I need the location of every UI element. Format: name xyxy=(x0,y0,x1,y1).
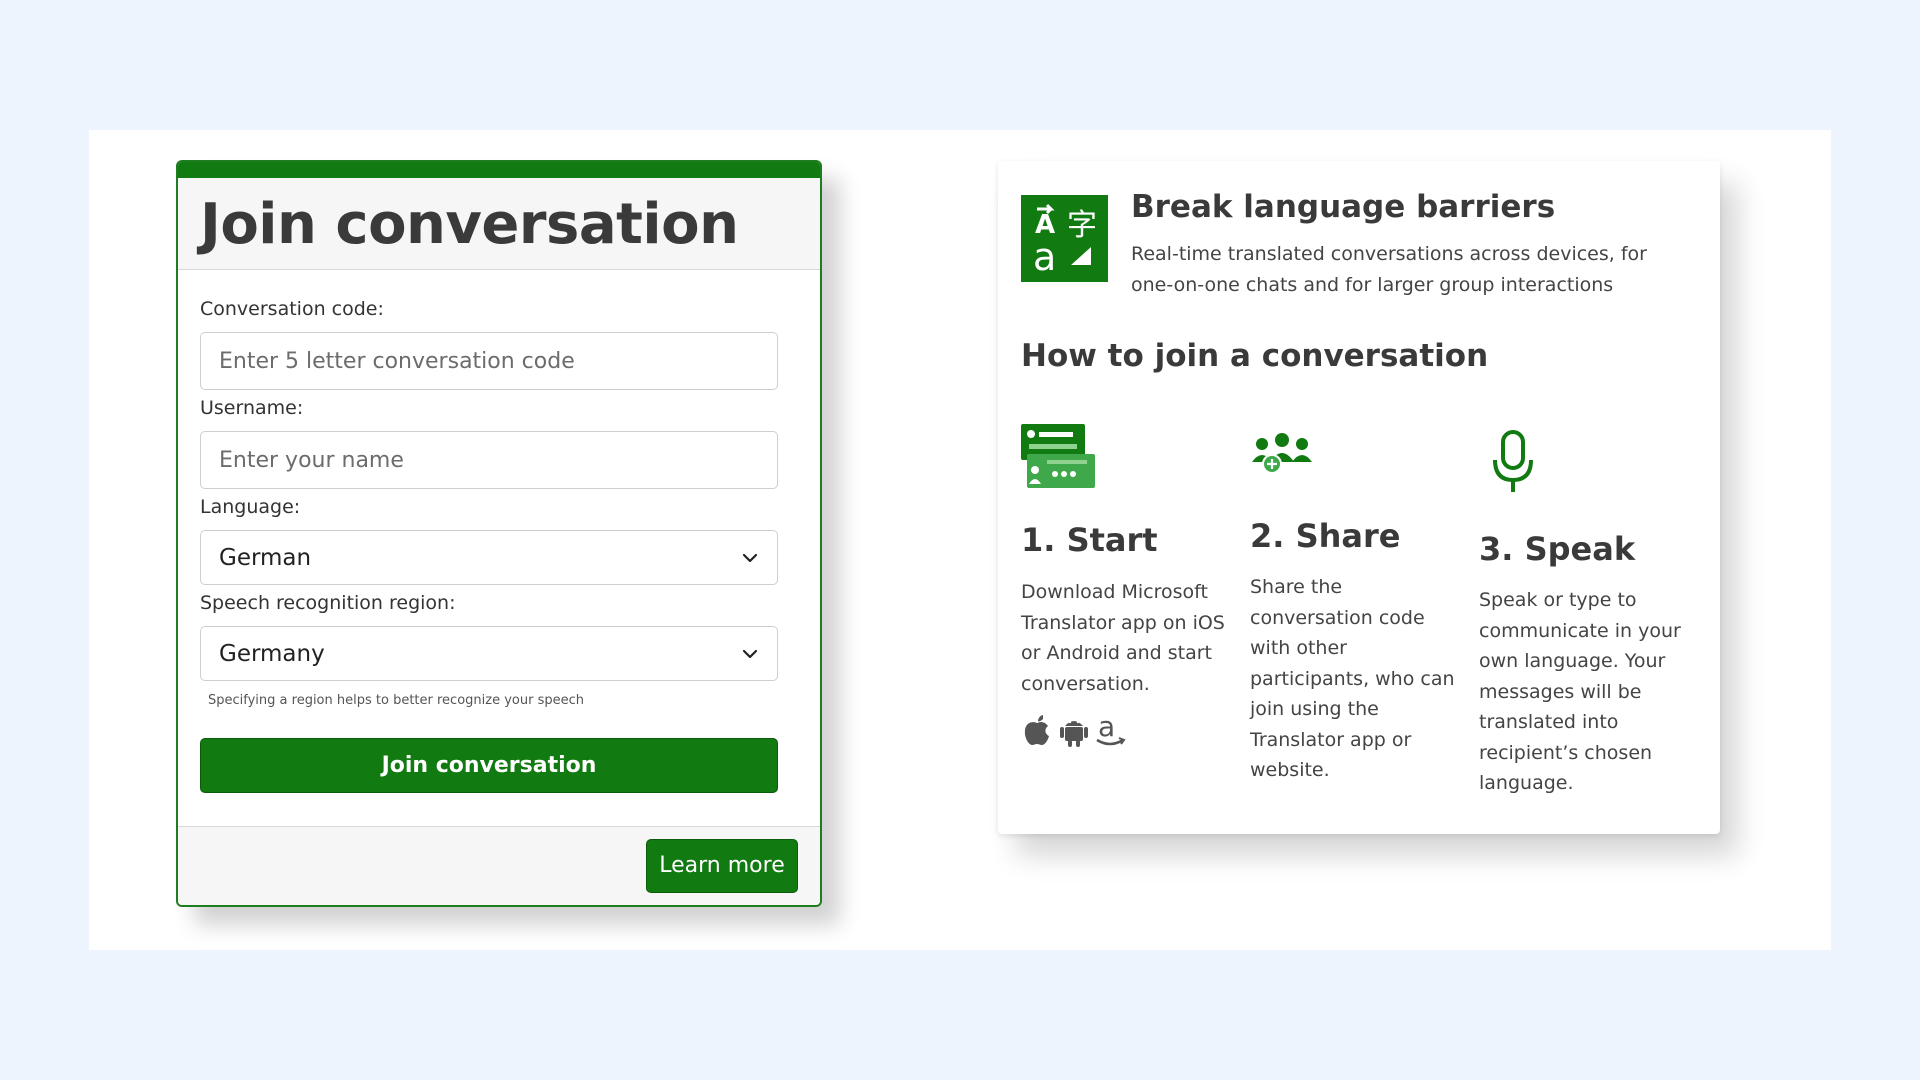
card-accent-bar xyxy=(178,162,820,178)
info-card: A 字 a Break language barriers Real-time … xyxy=(998,161,1720,834)
region-label: Speech recognition region: xyxy=(200,592,456,614)
step-3-text: Speak or type to communicate in your own… xyxy=(1479,589,1681,794)
username-input[interactable] xyxy=(200,431,778,489)
translator-logo-icon: A 字 a xyxy=(1021,195,1108,282)
svg-text:a: a xyxy=(1098,712,1115,743)
break-barriers-title: Break language barriers xyxy=(1131,189,1556,225)
how-to-join-title: How to join a conversation xyxy=(1021,338,1489,374)
language-label: Language: xyxy=(200,496,301,518)
page-panel: Join conversation Conversation code: Use… xyxy=(89,130,1831,950)
join-conversation-button[interactable]: Join conversation xyxy=(200,738,778,793)
language-select[interactable]: German xyxy=(200,530,778,585)
people-add-icon xyxy=(1250,432,1314,480)
platform-icons: a xyxy=(1021,710,1127,752)
step-1-title: 1. Start xyxy=(1021,521,1158,559)
chat-cards-icon xyxy=(1021,424,1095,492)
join-conversation-card: Join conversation Conversation code: Use… xyxy=(176,160,822,907)
android-icon xyxy=(1059,713,1089,751)
break-barriers-description: Real-time translated conversations acros… xyxy=(1131,243,1647,296)
username-label: Username: xyxy=(200,397,304,419)
step-3-title: 3. Speak xyxy=(1479,530,1636,568)
step-1-text: Download Microsoft Translator app on iOS… xyxy=(1021,581,1225,695)
chevron-down-icon xyxy=(741,552,759,564)
svg-text:字: 字 xyxy=(1067,208,1097,243)
conversation-code-label: Conversation code: xyxy=(200,298,384,320)
region-hint: Specifying a region helps to better reco… xyxy=(208,693,584,708)
step-2-title: 2. Share xyxy=(1250,517,1401,555)
microphone-icon xyxy=(1489,430,1537,498)
language-selected-value: German xyxy=(219,544,312,571)
join-form: Conversation code: Username: Language: G… xyxy=(178,298,820,793)
region-selected-value: Germany xyxy=(219,640,325,667)
apple-icon xyxy=(1021,713,1053,751)
learn-more-button[interactable]: Learn more xyxy=(646,839,798,893)
card-header: Join conversation xyxy=(178,178,820,270)
card-footer: Learn more xyxy=(178,826,820,905)
chevron-down-icon xyxy=(741,648,759,660)
conversation-code-input[interactable] xyxy=(200,332,778,390)
join-title: Join conversation xyxy=(200,192,739,257)
step-2-text: Share the conversation code with other p… xyxy=(1250,576,1455,781)
svg-text:a: a xyxy=(1033,235,1056,279)
amazon-icon: a xyxy=(1095,710,1127,752)
region-select[interactable]: Germany xyxy=(200,626,778,681)
